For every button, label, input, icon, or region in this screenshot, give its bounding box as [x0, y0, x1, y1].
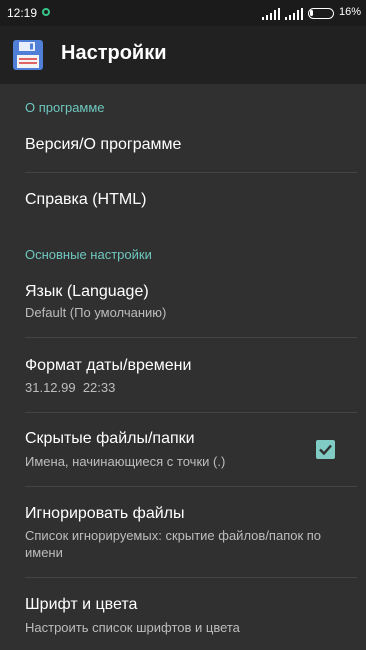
- hidden-files-checkbox[interactable]: [316, 440, 335, 459]
- item-label: Справка (HTML): [25, 191, 147, 208]
- item-summary: 31.12.99 22:33: [25, 380, 116, 395]
- battery-percent: 16%: [339, 6, 362, 18]
- divider: [25, 172, 357, 173]
- item-summary: Список игнорируемых: скрытие файлов/папо…: [25, 528, 322, 560]
- item-label: Шрифт и цвета: [25, 596, 138, 613]
- item-summary: Настроить список шрифтов и цвета: [25, 620, 240, 635]
- item-label: Язык (Language): [25, 283, 149, 300]
- app-bar: Настройки: [0, 26, 366, 84]
- signal-icon: [262, 8, 280, 20]
- divider: [25, 577, 357, 578]
- settings-item-hidden-files[interactable]: Скрытые файлы/папки Имена, начинающиеся …: [0, 420, 366, 485]
- item-label: Формат даты/времени: [25, 357, 192, 374]
- item-label: Игнорировать файлы: [25, 505, 185, 522]
- item-label: Версия/О программе: [25, 136, 182, 153]
- settings-item-version[interactable]: Версия/О программе: [0, 124, 366, 174]
- settings-item-ignore-files[interactable]: Игнорировать файлы Список игнорируемых: …: [0, 494, 366, 574]
- section-header-general: Основные настройки: [25, 247, 152, 262]
- item-label: Скрытые файлы/папки: [25, 430, 195, 447]
- item-summary: Имена, начинающиеся с точки (.): [25, 454, 226, 469]
- settings-item-font-colors[interactable]: Шрифт и цвета Настроить список шрифтов и…: [0, 586, 366, 646]
- settings-item-language[interactable]: Язык (Language) Default (По умолчанию): [0, 274, 366, 334]
- divider: [25, 486, 357, 487]
- settings-item-help[interactable]: Справка (HTML): [0, 177, 366, 227]
- settings-item-date-format[interactable]: Формат даты/времени 31.12.99 22:33: [0, 346, 366, 406]
- status-bar: 12:19 16%: [0, 0, 366, 26]
- floppy-disk-icon: [13, 40, 43, 70]
- section-header-about: О программе: [25, 100, 105, 115]
- signal-icon: [285, 8, 303, 20]
- status-time: 12:19: [7, 6, 38, 20]
- page-title: Настройки: [61, 42, 167, 64]
- item-summary: Default (По умолчанию): [25, 305, 167, 320]
- divider: [25, 412, 357, 413]
- divider: [25, 337, 357, 338]
- checkmark-icon: [319, 444, 332, 456]
- notification-dot-icon: [42, 8, 50, 16]
- battery-icon: [308, 8, 334, 19]
- settings-list: О программе Версия/О программе Справка (…: [0, 84, 366, 650]
